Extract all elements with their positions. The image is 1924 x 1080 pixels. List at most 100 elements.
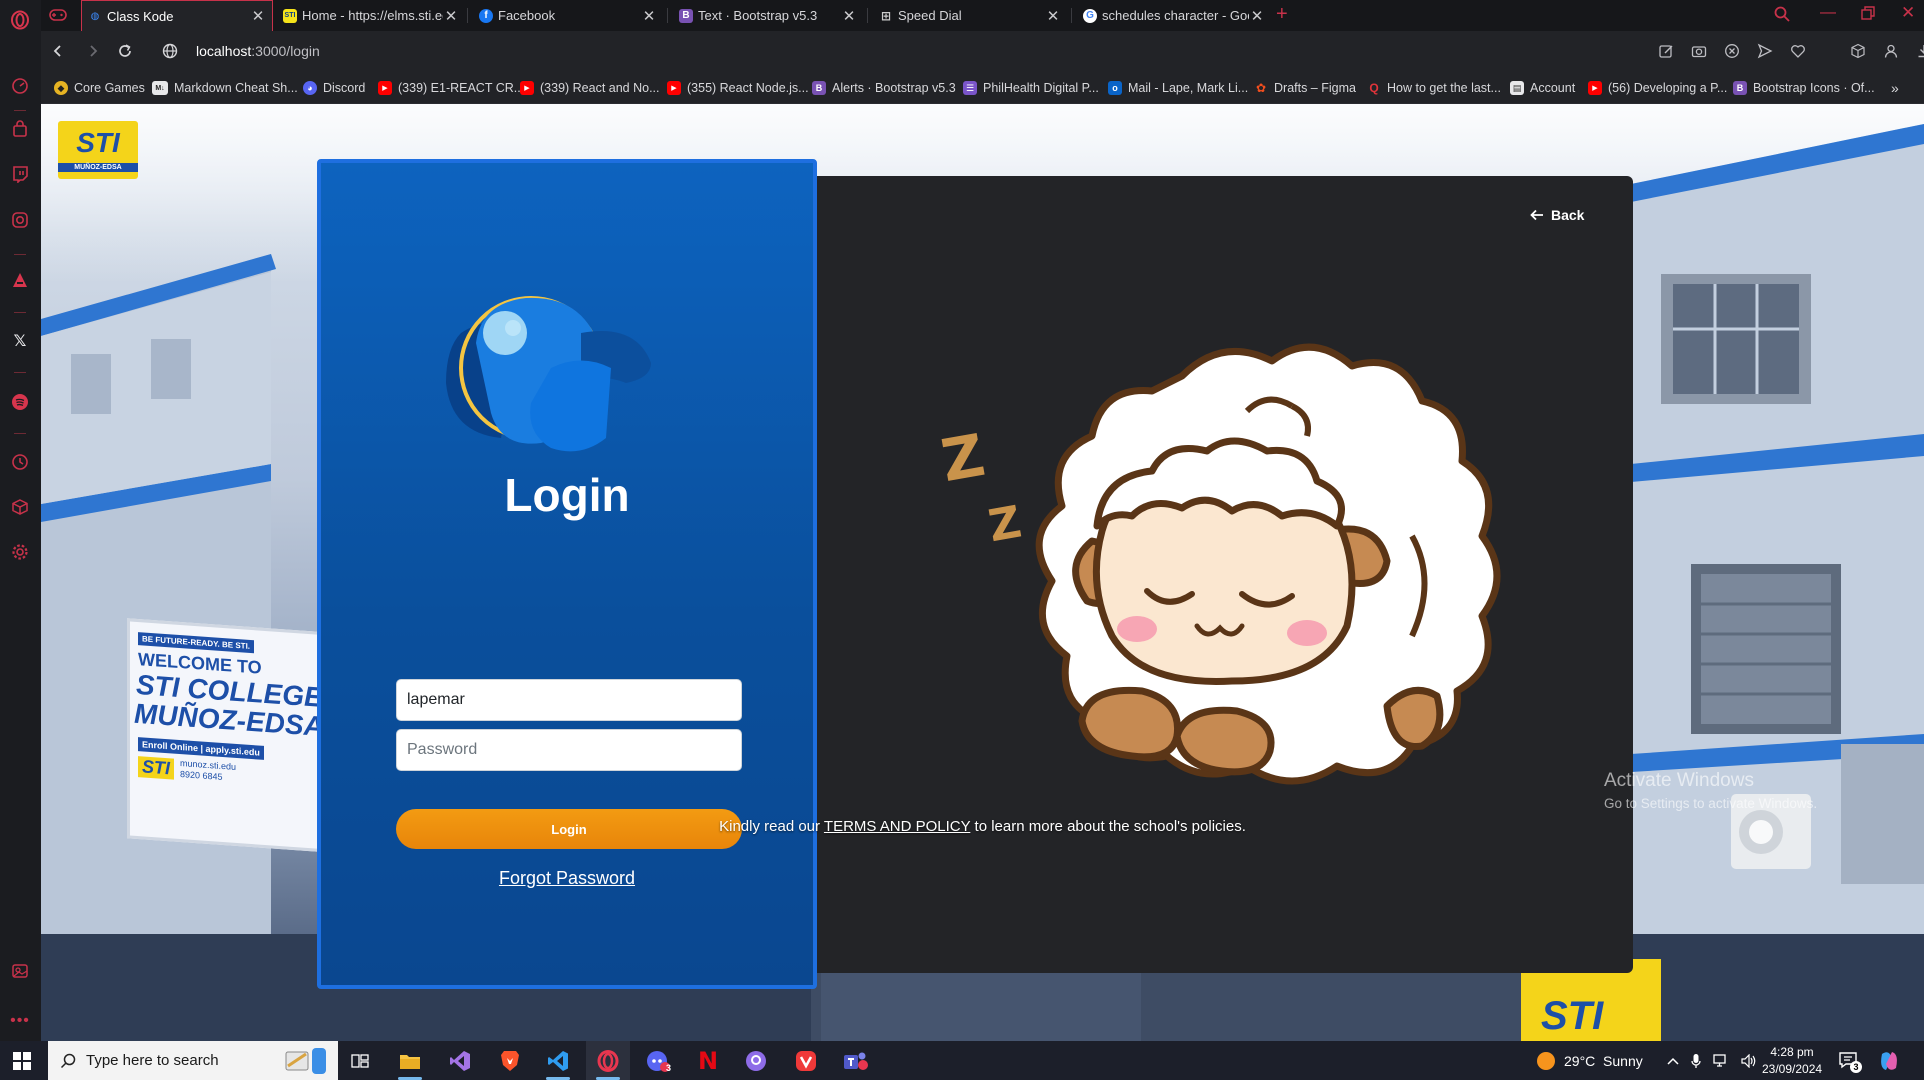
tab-close-icon[interactable]: ✕ — [443, 7, 459, 25]
bookmark-youtube-3[interactable]: ▶ (355) React Node.js... — [667, 80, 809, 96]
back-button[interactable]: Back — [1530, 207, 1584, 223]
opera-logo-icon[interactable] — [9, 9, 31, 31]
bookmark-discord[interactable]: ◕ Discord — [303, 80, 365, 96]
youtube-icon: ▶ — [667, 81, 681, 95]
profile-icon[interactable] — [1883, 43, 1899, 59]
bookmark-philhealth[interactable]: ☰ PhilHealth Digital P... — [963, 80, 1099, 96]
bookmark-youtube-2[interactable]: ▶ (339) React and No... — [520, 80, 660, 96]
twitch-icon[interactable] — [9, 163, 31, 185]
download-icon[interactable] — [1916, 43, 1924, 59]
login-page: STI BE FUTURE-READY. BE STI. WELCOME TO … — [41, 104, 1924, 1041]
bookmark-youtube-1[interactable]: ▶ (339) E1-REACT CR... — [378, 80, 524, 96]
minimize-icon[interactable]: — — [1820, 4, 1836, 22]
easy-setup-icon[interactable] — [9, 960, 31, 982]
file-explorer-icon[interactable] — [388, 1041, 432, 1080]
tab-close-icon[interactable]: ✕ — [841, 7, 857, 25]
terms-and-policy-link[interactable]: TERMS AND POLICY — [824, 818, 970, 835]
extensions-box-icon[interactable] — [1850, 43, 1866, 59]
tab-strip: ◍ Class Kode ✕ STI Home - https://elms.s… — [41, 0, 1924, 31]
send-icon[interactable] — [1757, 43, 1773, 59]
back-arrow-icon[interactable] — [46, 39, 70, 63]
new-tab-plus-icon[interactable]: + — [1276, 3, 1288, 26]
teams-icon[interactable] — [834, 1041, 878, 1080]
workspace-gamepad-icon[interactable] — [49, 7, 67, 23]
bookmark-label: (56) Developing a P... — [1608, 81, 1728, 95]
tab-google-search[interactable]: G schedules character - Goog ✕ — [1077, 0, 1267, 31]
vscode-icon[interactable] — [536, 1041, 580, 1080]
illustration-panel: Back Z Z — [817, 176, 1633, 973]
password-field[interactable]: Password — [396, 729, 742, 771]
tab-bootstrap-text[interactable]: B Text · Bootstrap v5.3 ✕ — [673, 0, 863, 31]
bookmark-markdown[interactable]: M↓ Markdown Cheat Sh... — [152, 80, 298, 96]
camera-icon[interactable] — [1691, 43, 1707, 59]
bookmark-bootstrap-icons[interactable]: B Bootstrap Icons · Of... — [1733, 80, 1875, 96]
snapshot-edit-icon[interactable] — [1658, 43, 1674, 59]
brave-browser-icon[interactable] — [488, 1041, 532, 1080]
bootstrap-icon: B — [1733, 81, 1747, 95]
discord-taskbar-icon[interactable]: 3 — [636, 1041, 680, 1080]
bookmark-label: Core Games — [74, 81, 145, 95]
settings-gear-icon[interactable] — [9, 541, 31, 563]
extensions-cube-icon[interactable] — [9, 496, 31, 518]
site-info-globe-icon[interactable] — [158, 39, 182, 63]
more-options-icon[interactable]: ••• — [9, 1010, 31, 1032]
bookmark-core-games[interactable]: ◆ Core Games — [54, 80, 145, 96]
username-field[interactable]: lapemar — [396, 679, 742, 721]
clock[interactable]: 4:28 pm 23/09/2024 — [1762, 1044, 1822, 1078]
reload-icon[interactable] — [113, 39, 137, 63]
restore-icon[interactable] — [1861, 6, 1875, 20]
task-view-icon[interactable] — [338, 1041, 382, 1080]
account-page-icon: ▤ — [1510, 81, 1524, 95]
visual-studio-icon[interactable] — [438, 1041, 482, 1080]
history-icon[interactable] — [9, 451, 31, 473]
close-window-icon[interactable]: ✕ — [1901, 3, 1915, 23]
x-twitter-icon[interactable]: 𝕏 — [9, 330, 31, 352]
volume-icon[interactable] — [1741, 1053, 1757, 1068]
clock-date: 23/09/2024 — [1762, 1062, 1823, 1076]
windows-start-icon[interactable] — [12, 1051, 32, 1071]
bookmark-figma[interactable]: ✿ Drafts – Figma — [1254, 80, 1356, 96]
network-icon[interactable] — [1713, 1053, 1729, 1068]
adblock-icon[interactable] — [1724, 43, 1740, 59]
bookmarks-overflow-icon[interactable]: » — [1891, 80, 1899, 96]
sti-logo[interactable]: STI MUÑOZ-EDSA — [58, 121, 138, 179]
zzz-letter-1: Z — [936, 420, 990, 496]
tab-close-icon[interactable]: ✕ — [641, 7, 657, 25]
url-field[interactable]: localhost:3000/login — [196, 43, 320, 59]
bookmark-outlook-mail[interactable]: o Mail - Lape, Mark Li... — [1108, 80, 1248, 96]
tray-overflow-chevron-icon[interactable] — [1667, 1057, 1679, 1065]
search-icon — [60, 1053, 76, 1069]
notifications-icon[interactable]: 3 — [1838, 1051, 1862, 1073]
bookmark-heart-icon[interactable] — [1790, 43, 1806, 59]
shopping-icon[interactable] — [9, 118, 31, 140]
bookmark-youtube-4[interactable]: ▶ (56) Developing a P... — [1588, 80, 1727, 96]
bookmark-label: Markdown Cheat Sh... — [174, 81, 298, 95]
instagram-icon[interactable] — [9, 209, 31, 231]
copilot-icon[interactable] — [1878, 1050, 1900, 1072]
bookmark-account[interactable]: ▤ Account — [1510, 80, 1575, 96]
speed-dial-icon[interactable] — [9, 75, 31, 97]
aria-ai-icon[interactable] — [9, 269, 31, 291]
tab-class-kode[interactable]: ◍ Class Kode ✕ — [81, 0, 273, 31]
bookmark-quora[interactable]: Q How to get the last... — [1367, 80, 1501, 96]
tab-speed-dial[interactable]: ⊞ Speed Dial ✕ — [873, 0, 1067, 31]
tab-elms-home[interactable]: STI Home - https://elms.sti.edu ✕ — [277, 0, 465, 31]
tab-close-icon[interactable]: ✕ — [1045, 7, 1061, 25]
microphone-icon[interactable] — [1691, 1053, 1701, 1069]
weather-widget[interactable]: 29°C Sunny — [1536, 1041, 1643, 1080]
search-placeholder: Type here to search — [86, 1052, 219, 1069]
vivaldi-icon[interactable] — [784, 1041, 828, 1080]
sti-logo-campus: MUÑOZ-EDSA — [58, 162, 138, 172]
tab-close-icon[interactable]: ✕ — [1249, 7, 1265, 25]
tab-facebook[interactable]: f Facebook ✕ — [473, 0, 663, 31]
tab-search-icon[interactable] — [1774, 6, 1790, 22]
opera-taskbar-icon[interactable] — [586, 1041, 630, 1080]
spotify-icon[interactable] — [9, 391, 31, 413]
tab-close-icon[interactable]: ✕ — [250, 7, 266, 25]
taskbar-search-box[interactable]: Type here to search — [48, 1041, 338, 1080]
bookmark-bootstrap-alerts[interactable]: B Alerts · Bootstrap v5.3 — [812, 80, 956, 96]
github-desktop-icon[interactable] — [734, 1041, 778, 1080]
forgot-password-link[interactable]: Forgot Password — [321, 868, 813, 889]
netflix-icon[interactable]: N — [686, 1041, 730, 1080]
forward-arrow-icon[interactable] — [81, 39, 105, 63]
